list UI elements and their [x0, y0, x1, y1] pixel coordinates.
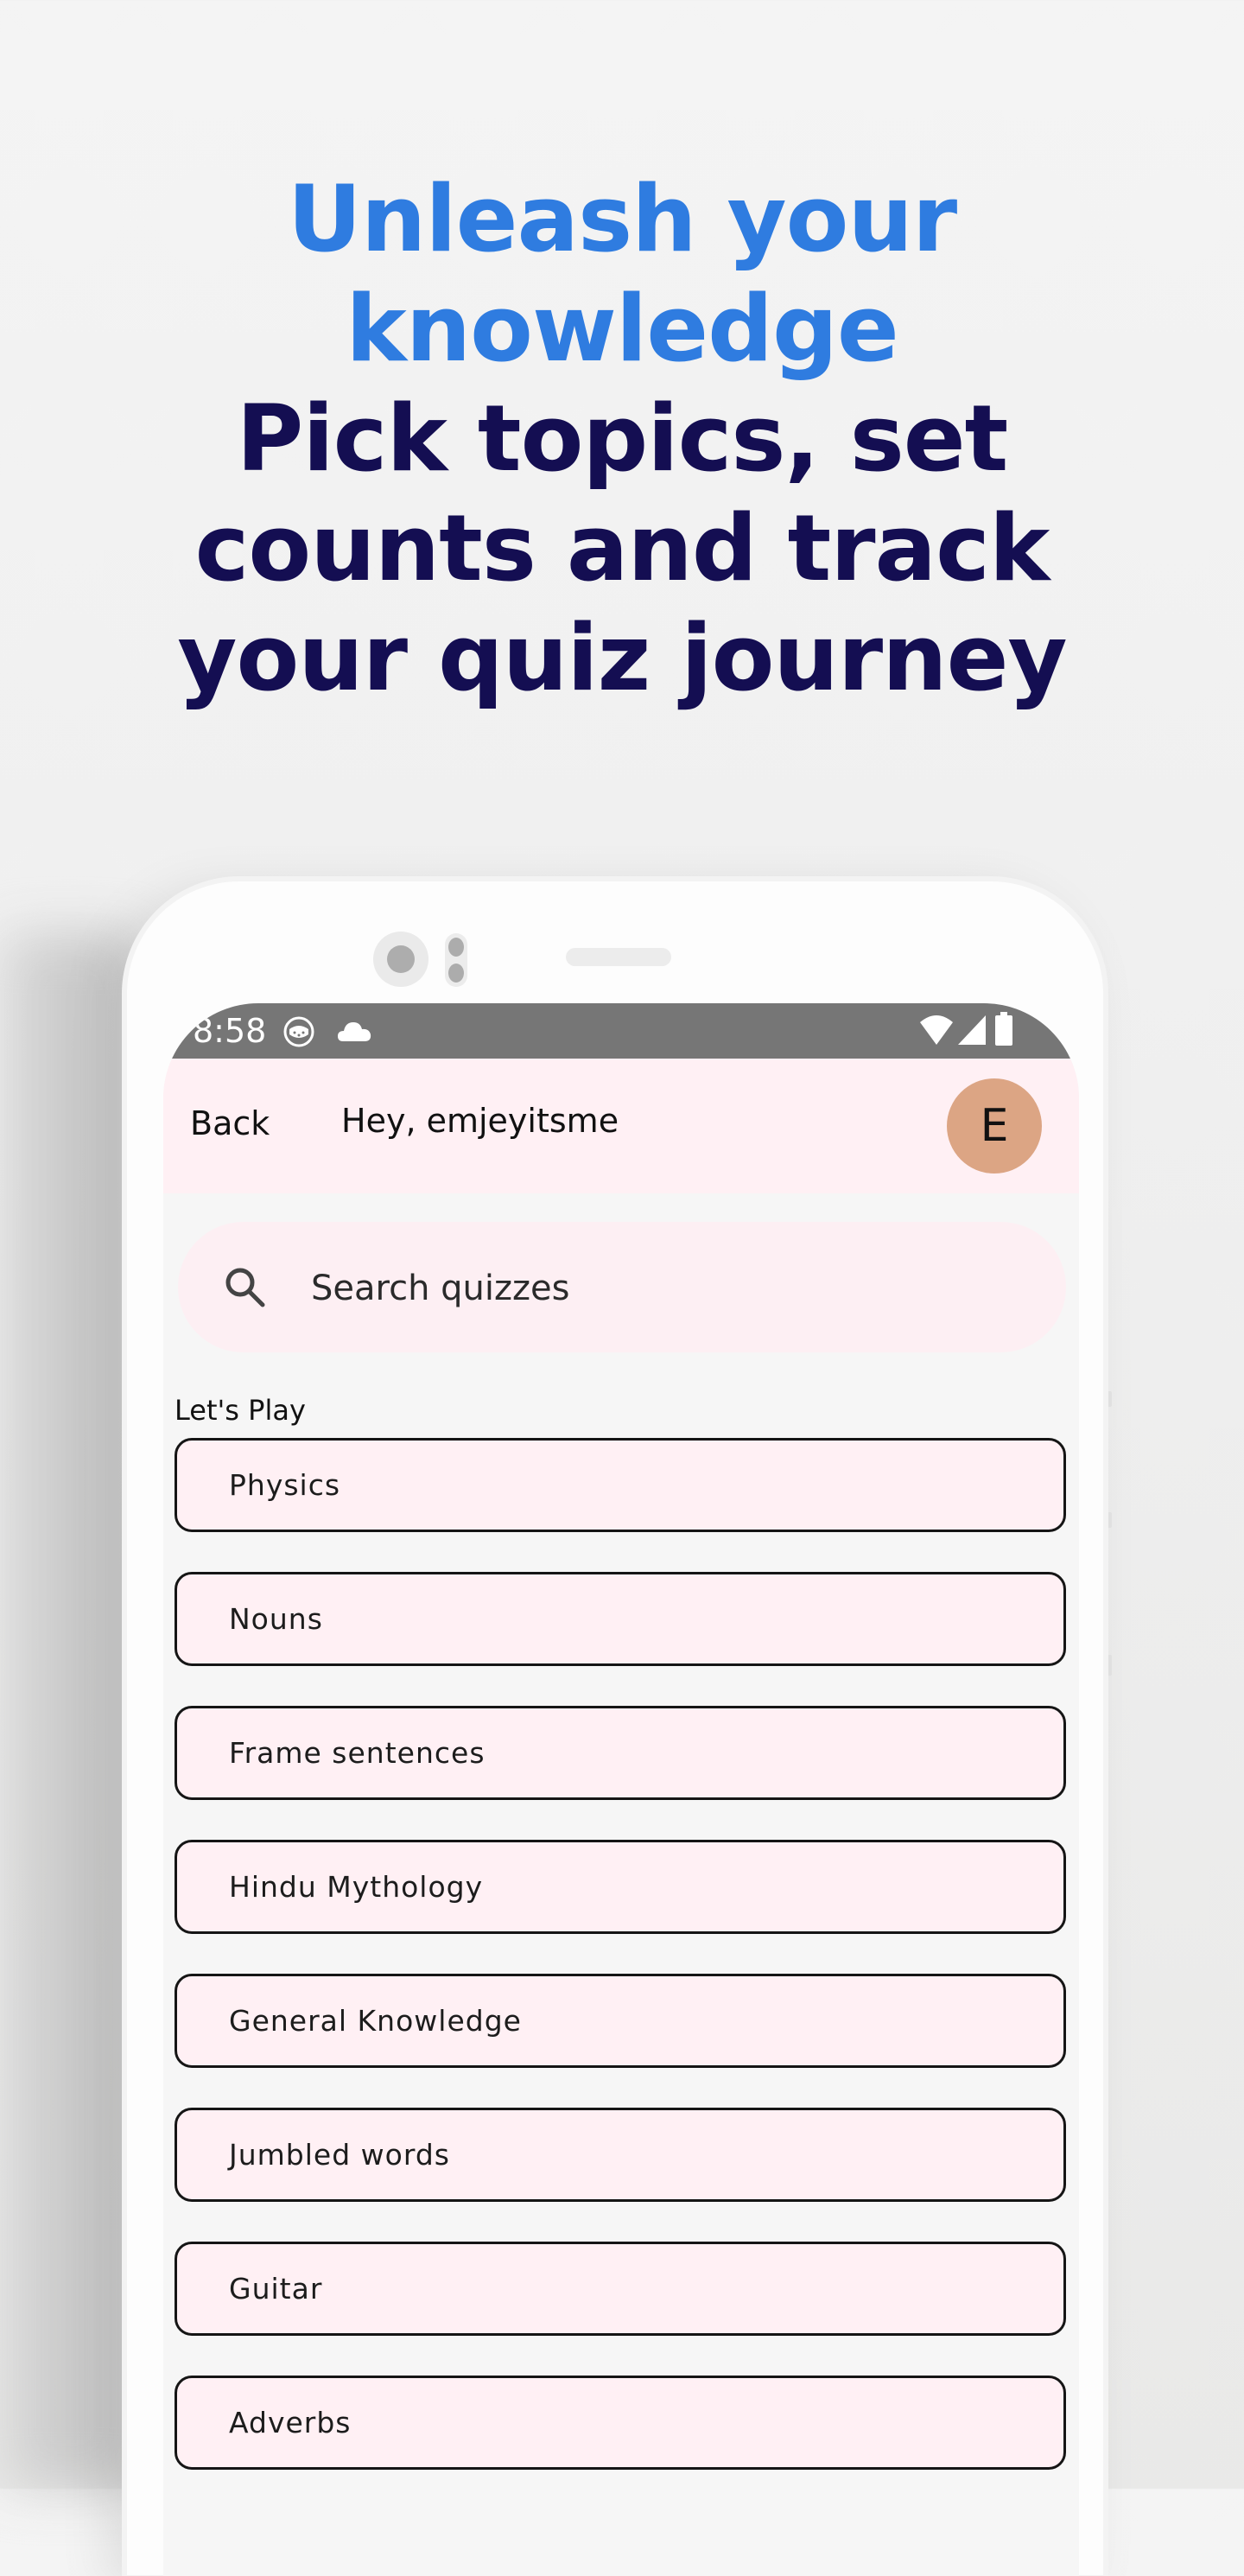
- sensor-icon: [445, 933, 467, 987]
- greeting-text: Hey, emjeyitsme: [341, 1102, 619, 1140]
- cloud-icon: [336, 1017, 372, 1051]
- quiz-item-hindu-mythology[interactable]: Hindu Mythology: [175, 1840, 1066, 1934]
- back-button[interactable]: Back: [190, 1104, 270, 1142]
- status-bar: 8:58: [163, 1003, 1079, 1059]
- quiz-item-jumbled-words[interactable]: Jumbled words: [175, 2108, 1066, 2202]
- section-title: Let's Play: [175, 1394, 306, 1427]
- earpiece-speaker: [566, 948, 671, 966]
- battery-icon: [994, 1012, 1013, 1051]
- camera-lens: [387, 945, 415, 973]
- quiz-item-label: Hindu Mythology: [229, 1870, 484, 1904]
- quiz-item-label: Physics: [229, 1468, 341, 1502]
- quiz-item-label: Adverbs: [229, 2406, 352, 2439]
- quiz-item-label: Frame sentences: [229, 1736, 486, 1770]
- quiz-item-general-knowledge[interactable]: General Knowledge: [175, 1974, 1066, 2068]
- app-screen: 8:58 Back Hey, emjeyitsme E Search quizz…: [163, 1003, 1079, 2576]
- sensor-dot: [448, 938, 464, 957]
- quiz-item-label: General Knowledge: [229, 2004, 522, 2038]
- headline-main-line-3: your quiz journey: [177, 605, 1067, 711]
- headline-accent-line-1: Unleash your: [287, 166, 957, 272]
- phone-side-button-3: [1103, 1655, 1112, 1676]
- app-notification-icon: [282, 1015, 315, 1053]
- front-camera-icon: [373, 932, 428, 987]
- quiz-item-adverbs[interactable]: Adverbs: [175, 2376, 1066, 2470]
- search-bar[interactable]: [178, 1222, 1066, 1352]
- phone-frame: 8:58 Back Hey, emjeyitsme E Search quizz…: [127, 881, 1103, 2576]
- cellular-signal-icon: [956, 1014, 987, 1051]
- quiz-item-frame-sentences[interactable]: Frame sentences: [175, 1706, 1066, 1800]
- phone-side-button-1: [1103, 1391, 1112, 1407]
- promo-headline: Unleash your knowledge Pick topics, set …: [0, 164, 1244, 713]
- headline-main-line-2: counts and track: [194, 495, 1050, 601]
- phone-side-button-2: [1103, 1512, 1112, 1528]
- app-bar: Back Hey, emjeyitsme E: [163, 1059, 1079, 1193]
- headline-main-line-1: Pick topics, set: [236, 385, 1009, 492]
- wifi-icon: [918, 1014, 955, 1051]
- quiz-item-nouns[interactable]: Nouns: [175, 1572, 1066, 1666]
- sensor-dot: [448, 964, 464, 983]
- background-shadow: [0, 933, 138, 2489]
- status-time: 8:58: [193, 1012, 267, 1050]
- quiz-item-label: Nouns: [229, 1602, 323, 1636]
- quiz-item-label: Jumbled words: [229, 2138, 450, 2172]
- search-input[interactable]: [309, 1262, 1021, 1315]
- headline-accent-line-2: knowledge: [346, 276, 899, 382]
- quiz-item-guitar[interactable]: Guitar: [175, 2242, 1066, 2336]
- quiz-item-label: Guitar: [229, 2272, 323, 2306]
- quiz-list: Physics Nouns Frame sentences Hindu Myth…: [175, 1438, 1066, 2509]
- search-icon: [223, 1265, 268, 1314]
- avatar[interactable]: E: [947, 1078, 1042, 1174]
- quiz-item-physics[interactable]: Physics: [175, 1438, 1066, 1532]
